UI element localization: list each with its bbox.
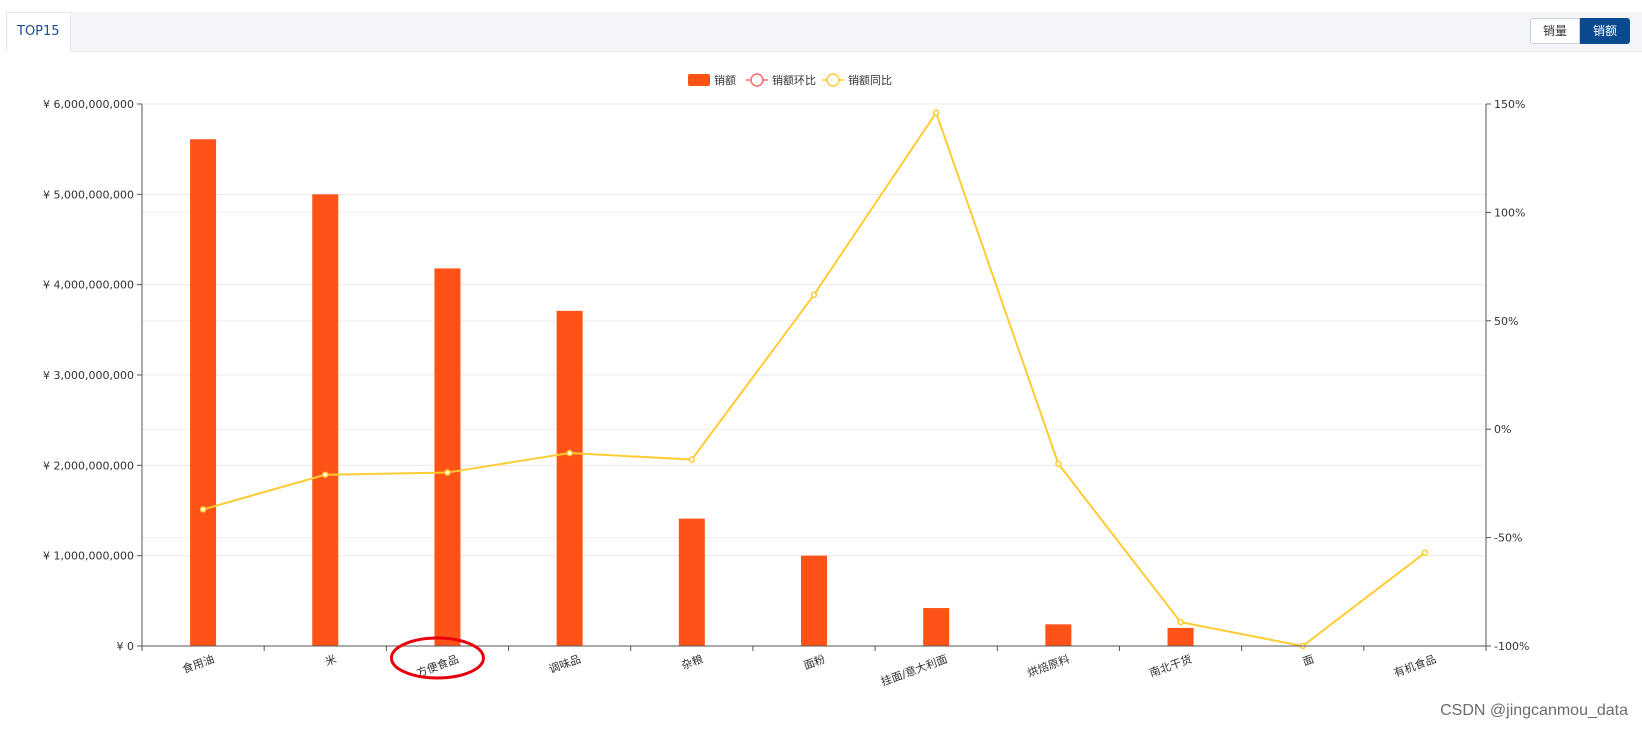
line-point [199, 506, 207, 513]
bar [1167, 627, 1194, 646]
x-tick-label: 烘焙原料 [1025, 652, 1071, 680]
x-tick-label: 调味品 [547, 653, 582, 677]
x-tick-label: 挂面/意大利面 [879, 652, 949, 689]
legend-marker [826, 73, 840, 87]
y-left-tick-label: ¥ 6,000,000,000 [43, 98, 134, 111]
y-left-tick-label: ¥ 2,000,000,000 [43, 459, 134, 472]
y-right-tick-label: 0% [1494, 423, 1511, 436]
sales-chart: ¥ 0 ¥ 1,000,000,000 ¥ 2,000,000,000 ¥ 3,000… [43, 73, 1529, 689]
report-panel: TOP15 销量 销额 ¥ 0 ¥ 1,000,000,000 ¥ 2,000,00… [6, 12, 1642, 730]
chart-grid [142, 103, 1486, 557]
line-point [1055, 460, 1062, 468]
x-tick-label: 面 [1301, 653, 1316, 669]
line-point [1177, 618, 1184, 626]
y-left-tick-label: ¥ 5,000,000,000 [43, 188, 134, 201]
y-left-tick-label: ¥ 4,000,000,000 [43, 279, 134, 292]
line-point [932, 109, 940, 116]
x-tick-label: 面粉 [802, 653, 827, 673]
y-right-tick-label: 50% [1494, 315, 1518, 328]
y-right-tick-label: -100% [1494, 640, 1529, 653]
chart-legend: 销额 销额环比 销额同比 [688, 73, 892, 87]
bar [1045, 624, 1072, 646]
bar [312, 194, 339, 647]
y-left-tick-label: ¥ 3,000,000,000 [43, 369, 134, 382]
legend-label: 销额 [714, 73, 736, 87]
x-tick-label: 食用油 [180, 652, 216, 676]
legend-label: 销额环比 [772, 73, 816, 87]
line-point [566, 449, 573, 457]
watermark: CSDN @jingcanmou_data [1440, 702, 1628, 719]
bar [434, 268, 461, 646]
x-tick-label: 米 [324, 653, 339, 669]
line-point [1421, 549, 1429, 557]
y-left-tick-label: ¥ 0 [117, 640, 135, 653]
bar [678, 518, 705, 646]
legend-swatch-bar [688, 74, 710, 86]
bar [923, 608, 950, 646]
x-tick-label: 有机食品 [1392, 652, 1438, 680]
bar [801, 555, 827, 646]
y-right-tick-label: 100% [1494, 206, 1525, 219]
legend-label: 销额同比 [848, 73, 892, 87]
line-point [322, 471, 329, 478]
line-point [444, 469, 451, 476]
bar [556, 310, 583, 646]
chart-axes: ¥ 0 ¥ 1,000,000,000 ¥ 2,000,000,000 ¥ 3,000… [43, 98, 1529, 689]
y-right-tick-label: -50% [1494, 532, 1522, 545]
y-right-tick-label: 150% [1494, 98, 1525, 111]
bar [190, 139, 217, 646]
x-tick-label: 杂粮 [679, 652, 704, 673]
bar-series [190, 139, 1194, 647]
line-point [810, 291, 818, 299]
y-left-tick-label: ¥ 1,000,000,000 [43, 550, 134, 563]
line-point [688, 456, 696, 463]
x-tick-label: 南北干货 [1147, 652, 1193, 680]
legend-marker [750, 73, 764, 87]
